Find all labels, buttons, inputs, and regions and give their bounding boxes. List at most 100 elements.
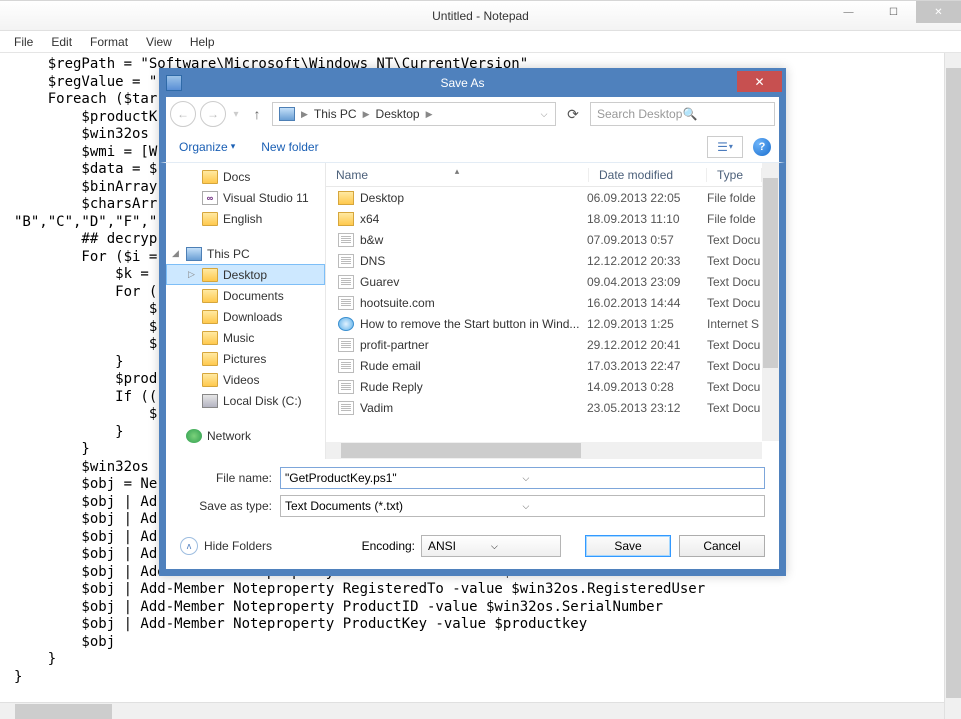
file-type: Text Docu	[707, 338, 762, 352]
dialog-icon	[166, 75, 182, 91]
chevron-right-icon[interactable]: ▶	[299, 109, 310, 120]
column-type[interactable]: Type	[707, 168, 762, 182]
tree-vs11[interactable]: ∞Visual Studio 11	[166, 187, 325, 208]
filename-input[interactable]: "GetProductKey.ps1"⌵	[280, 467, 765, 489]
forward-button[interactable]: →	[200, 101, 226, 127]
encoding-select[interactable]: ANSI⌵	[421, 535, 561, 557]
file-date: 12.09.2013 1:25	[587, 317, 707, 331]
file-name: profit-partner	[360, 338, 587, 352]
file-name: Guarev	[360, 275, 587, 289]
text-file-icon	[338, 380, 354, 394]
file-type: Text Docu	[707, 401, 762, 415]
cancel-button[interactable]: Cancel	[679, 535, 765, 557]
tree-pictures[interactable]: Pictures	[166, 348, 325, 369]
file-row[interactable]: Desktop06.09.2013 22:05File folde	[326, 187, 762, 208]
menu-help[interactable]: Help	[182, 33, 223, 51]
chevron-up-icon: ʌ	[180, 537, 198, 555]
dialog-footer: ʌ Hide Folders Encoding: ANSI⌵ Save Canc…	[160, 527, 785, 575]
file-row[interactable]: profit-partner29.12.2012 20:41Text Docu	[326, 334, 762, 355]
column-date[interactable]: Date modified	[589, 168, 707, 182]
tree-network[interactable]: Network	[166, 425, 325, 446]
help-button[interactable]: ?	[753, 138, 771, 156]
internet-shortcut-icon	[338, 317, 354, 331]
vertical-scrollbar[interactable]	[944, 53, 961, 719]
file-row[interactable]: Rude Reply14.09.2013 0:28Text Docu	[326, 376, 762, 397]
menu-edit[interactable]: Edit	[43, 33, 80, 51]
dialog-close-button[interactable]: ✕	[737, 71, 782, 92]
organize-button[interactable]: Organize ▾	[174, 140, 240, 154]
tree-thispc[interactable]: ◢This PC	[166, 243, 325, 264]
collapse-icon[interactable]: ◢	[172, 248, 179, 259]
file-list-header[interactable]: Name Date modified Type	[326, 163, 779, 187]
file-name: x64	[360, 212, 587, 226]
file-row[interactable]: hootsuite.com16.02.2013 14:44Text Docu	[326, 292, 762, 313]
file-row[interactable]: Guarev09.04.2013 23:09Text Docu	[326, 271, 762, 292]
maximize-button[interactable]: ☐	[871, 1, 916, 23]
chevron-down-icon[interactable]: ⌵	[491, 541, 554, 552]
file-row[interactable]: Vadim23.05.2013 23:12Text Docu	[326, 397, 762, 418]
tree-drive-c[interactable]: Local Disk (C:)	[166, 390, 325, 411]
chevron-right-icon[interactable]: ▶	[361, 109, 372, 120]
folder-tree[interactable]: Docs ∞Visual Studio 11 English ◢This PC …	[166, 163, 326, 459]
menu-bar: File Edit Format View Help	[0, 31, 961, 53]
horizontal-scrollbar[interactable]	[0, 702, 944, 719]
view-options-button[interactable]: ☰ ▾	[707, 136, 743, 158]
tree-docs[interactable]: Docs	[166, 166, 325, 187]
file-date: 29.12.2012 20:41	[587, 338, 707, 352]
savetype-select[interactable]: Text Documents (*.txt)⌵	[280, 495, 765, 517]
close-button[interactable]: ✕	[916, 1, 961, 23]
tree-english[interactable]: English	[166, 208, 325, 229]
pc-icon	[279, 107, 295, 121]
file-row[interactable]: How to remove the Start button in Wind..…	[326, 313, 762, 334]
new-folder-button[interactable]: New folder	[256, 140, 323, 154]
search-placeholder: Search Desktop	[597, 107, 683, 121]
breadcrumb-thispc[interactable]: This PC	[310, 107, 361, 121]
folder-icon	[202, 212, 218, 226]
files-vertical-scrollbar[interactable]	[762, 163, 779, 441]
address-dropdown[interactable]: ⌵	[535, 109, 553, 120]
chevron-down-icon[interactable]: ⌵	[523, 473, 761, 484]
save-button[interactable]: Save	[585, 535, 671, 557]
file-type: Text Docu	[707, 254, 762, 268]
tree-videos[interactable]: Videos	[166, 369, 325, 390]
chevron-down-icon[interactable]: ⌵	[523, 501, 761, 512]
expand-icon[interactable]: ▷	[188, 269, 195, 280]
tree-downloads[interactable]: Downloads	[166, 306, 325, 327]
history-dropdown[interactable]: ▾	[230, 109, 242, 120]
file-row[interactable]: x6418.09.2013 11:10File folde	[326, 208, 762, 229]
file-row[interactable]: DNS12.12.2012 20:33Text Docu	[326, 250, 762, 271]
tree-music[interactable]: Music	[166, 327, 325, 348]
menu-format[interactable]: Format	[82, 33, 136, 51]
column-name[interactable]: Name	[326, 168, 589, 182]
file-list: Name Date modified Type Desktop06.09.201…	[326, 163, 779, 459]
tree-documents[interactable]: Documents	[166, 285, 325, 306]
file-name: DNS	[360, 254, 587, 268]
search-input[interactable]: Search Desktop 🔍	[590, 102, 775, 126]
file-type: Text Docu	[707, 275, 762, 289]
file-row[interactable]: b&w07.09.2013 0:57Text Docu	[326, 229, 762, 250]
chevron-right-icon[interactable]: ▶	[424, 109, 435, 120]
tree-desktop[interactable]: ▷Desktop	[166, 264, 325, 285]
file-name: Rude email	[360, 359, 587, 373]
files-horizontal-scrollbar[interactable]	[326, 442, 762, 459]
dialog-titlebar[interactable]: Save As ✕	[160, 69, 785, 97]
minimize-button[interactable]: —	[826, 1, 871, 23]
refresh-button[interactable]: ⟳	[560, 102, 586, 126]
folder-icon	[338, 212, 354, 226]
window-titlebar[interactable]: Untitled - Notepad — ☐ ✕	[0, 1, 961, 31]
file-type: Internet S	[707, 317, 762, 331]
file-row[interactable]: Rude email17.03.2013 22:47Text Docu	[326, 355, 762, 376]
address-bar[interactable]: ▶ This PC ▶ Desktop ▶ ⌵	[272, 102, 556, 126]
folder-icon	[338, 191, 354, 205]
file-type: File folde	[707, 212, 762, 226]
back-button[interactable]: ←	[170, 101, 196, 127]
up-button[interactable]: ↑	[246, 103, 268, 125]
file-date: 06.09.2013 22:05	[587, 191, 707, 205]
text-file-icon	[338, 275, 354, 289]
text-file-icon	[338, 401, 354, 415]
file-name: How to remove the Start button in Wind..…	[360, 317, 587, 331]
hide-folders-button[interactable]: ʌ Hide Folders	[180, 537, 272, 555]
menu-file[interactable]: File	[6, 33, 41, 51]
menu-view[interactable]: View	[138, 33, 180, 51]
breadcrumb-desktop[interactable]: Desktop	[372, 107, 424, 121]
